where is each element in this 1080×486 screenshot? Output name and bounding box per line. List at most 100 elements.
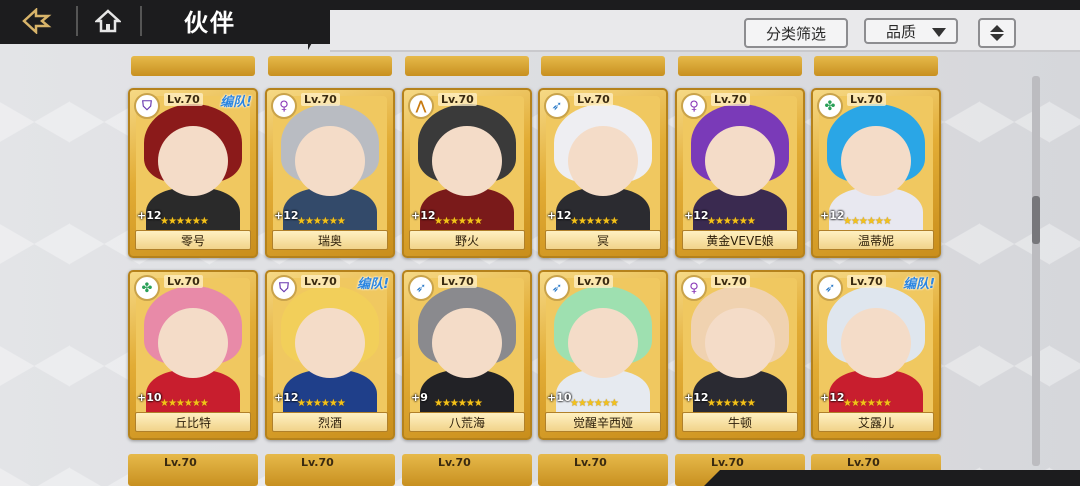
star-rating: ★★★★★★ — [160, 216, 209, 227]
level-label: Lv.70 — [438, 456, 471, 469]
partner-card[interactable]: ➶ Lv.70 编队! +12 ★★★★★★ 艾露儿 — [811, 270, 941, 440]
character-name: 冥 — [545, 230, 661, 250]
partial-card[interactable]: Lv.70 — [538, 454, 668, 486]
partner-card[interactable]: ➶ Lv.70 +9 ★★★★★★ 八荒海 — [402, 270, 532, 440]
scrollbar-thumb[interactable] — [1032, 196, 1040, 244]
star-rating: ★★★★★★ — [843, 216, 892, 227]
partial-card[interactable] — [131, 56, 255, 76]
level-label: Lv.70 — [301, 275, 340, 288]
bottom-bar — [704, 470, 1080, 486]
partial-card[interactable] — [541, 56, 665, 76]
level-label: Lv.70 — [438, 93, 477, 106]
partner-card[interactable]: ➶ Lv.70 +12 ★★★★★★ 冥 — [538, 88, 668, 258]
partial-card[interactable] — [678, 56, 802, 76]
enhance-level: +10 — [547, 391, 572, 404]
team-badge: 编队! — [903, 277, 935, 292]
level-label: Lv.70 — [574, 93, 613, 106]
orb-icon: ♀ — [271, 93, 297, 119]
partner-card[interactable]: ♀ Lv.70 +12 ★★★★★★ 瑞奥 — [265, 88, 395, 258]
character-name: 野火 — [409, 230, 525, 250]
star-rating: ★★★★★★ — [843, 398, 892, 409]
bow-icon: ➶ — [408, 275, 434, 301]
shield-icon: ⛉ — [134, 93, 160, 119]
enhance-level: +12 — [684, 209, 709, 222]
page-title: 伙伴 — [184, 9, 236, 37]
portrait-face — [841, 308, 911, 378]
star-rating: ★★★★★★ — [297, 398, 346, 409]
enhance-level: +12 — [411, 209, 436, 222]
enhance-level: +10 — [137, 391, 162, 404]
character-name: 牛顿 — [682, 412, 798, 432]
character-name: 丘比特 — [135, 412, 251, 432]
level-label: Lv.70 — [164, 93, 203, 106]
partner-card[interactable]: ✤ Lv.70 +12 ★★★★★★ 温蒂妮 — [811, 88, 941, 258]
enhance-level: +12 — [274, 209, 299, 222]
partner-card[interactable]: ♀ Lv.70 +12 ★★★★★★ 黄金VEVE娘 — [675, 88, 805, 258]
quality-label: 品质 — [886, 22, 917, 41]
portrait-face — [295, 126, 365, 196]
partial-card[interactable] — [814, 56, 938, 76]
sort-order-button[interactable] — [978, 18, 1016, 48]
enhance-level: +12 — [137, 209, 162, 222]
sort-updown-icon — [990, 25, 1004, 41]
character-name: 瑞奥 — [272, 230, 388, 250]
character-name: 零号 — [135, 230, 251, 250]
partner-card[interactable]: ♀ Lv.70 +12 ★★★★★★ 牛顿 — [675, 270, 805, 440]
category-filter-button[interactable]: 分类筛选 — [744, 18, 848, 48]
character-name: 黄金VEVE娘 — [682, 230, 798, 250]
quality-dropdown[interactable]: 品质 — [864, 18, 958, 44]
shield-icon: ⛉ — [271, 275, 297, 301]
bow-icon: ➶ — [817, 275, 843, 301]
partial-card[interactable]: Lv.70 — [128, 454, 258, 486]
partner-grid[interactable]: ⛉ Lv.70 编队! +12 ★★★★★★ 零号 ♀ Lv.70 +12 ★★★★★★ 瑞奥 ⋀ Lv… — [0, 56, 1080, 486]
portrait-face — [295, 308, 365, 378]
portrait-face — [568, 126, 638, 196]
level-label: Lv.70 — [301, 93, 340, 106]
partner-card[interactable]: ⛉ Lv.70 编队! +12 ★★★★★★ 烈酒 — [265, 270, 395, 440]
level-label: Lv.70 — [711, 456, 744, 469]
home-button[interactable] — [88, 4, 128, 38]
divider — [140, 6, 142, 36]
enhance-level: +9 — [411, 391, 428, 404]
level-label: Lv.70 — [164, 275, 203, 288]
star-rating: ★★★★★★ — [570, 398, 619, 409]
enhance-level: +12 — [547, 209, 572, 222]
partner-card[interactable]: ⛉ Lv.70 编队! +12 ★★★★★★ 零号 — [128, 88, 258, 258]
star-rating: ★★★★★★ — [570, 216, 619, 227]
level-label: Lv.70 — [711, 93, 750, 106]
star-rating: ★★★★★★ — [707, 216, 756, 227]
scrollbar-track[interactable] — [1032, 76, 1040, 466]
character-name: 八荒海 — [409, 412, 525, 432]
flame-icon: ⋀ — [408, 93, 434, 119]
portrait-face — [432, 126, 502, 196]
toolbar-strip — [308, 10, 1080, 52]
filter-label: 分类筛选 — [765, 24, 826, 43]
cross-icon: ✤ — [134, 275, 160, 301]
portrait-face — [158, 308, 228, 378]
level-label: Lv.70 — [301, 456, 334, 469]
partial-card[interactable]: Lv.70 — [265, 454, 395, 486]
home-icon — [95, 9, 121, 33]
bow-icon: ➶ — [544, 275, 570, 301]
partner-card[interactable]: ✤ Lv.70 +10 ★★★★★★ 丘比特 — [128, 270, 258, 440]
partner-card[interactable]: ⋀ Lv.70 +12 ★★★★★★ 野火 — [402, 88, 532, 258]
partner-card[interactable]: ➶ Lv.70 +10 ★★★★★★ 觉醒辛西娅 — [538, 270, 668, 440]
star-rating: ★★★★★★ — [434, 216, 483, 227]
character-name: 温蒂妮 — [818, 230, 934, 250]
partial-card[interactable]: Lv.70 — [402, 454, 532, 486]
enhance-level: +12 — [820, 209, 845, 222]
team-badge: 编队! — [220, 95, 252, 110]
portrait-face — [432, 308, 502, 378]
level-label: Lv.70 — [847, 456, 880, 469]
team-badge: 编队! — [357, 277, 389, 292]
star-rating: ★★★★★★ — [160, 398, 209, 409]
back-button[interactable] — [14, 4, 60, 38]
chevron-down-icon — [932, 28, 946, 37]
enhance-level: +12 — [684, 391, 709, 404]
partial-card[interactable] — [268, 56, 392, 76]
enhance-level: +12 — [820, 391, 845, 404]
partial-card[interactable] — [405, 56, 529, 76]
portrait-face — [705, 308, 775, 378]
bow-icon: ➶ — [544, 93, 570, 119]
level-label: Lv.70 — [438, 275, 477, 288]
